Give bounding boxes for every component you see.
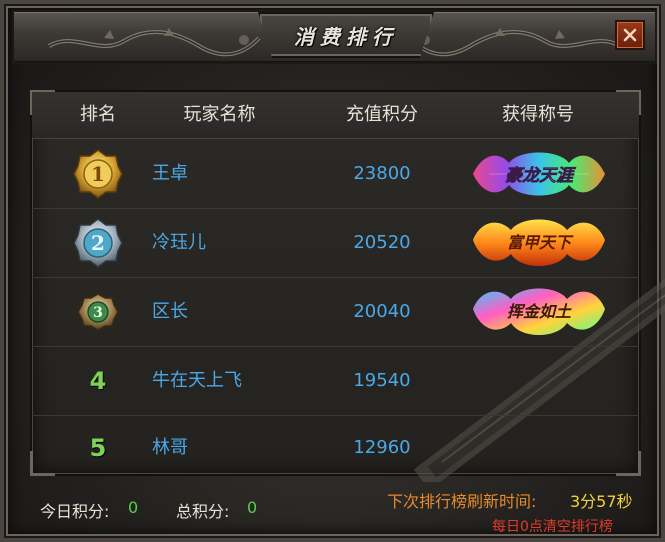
medal-number: 1 — [91, 162, 105, 186]
title-badge-rainbow-gold-icon: 挥金如土 — [473, 288, 605, 335]
title-plate: 消费排行 — [258, 12, 434, 58]
ranking-table: 排名 玩家名称 充值积分 获得称号 1 王卓 23800 豪龙天涯 2 冷珏儿 … — [30, 90, 665, 482]
medal-number: 3 — [93, 305, 103, 321]
header-score: 充值积分 — [346, 104, 418, 125]
silver-medal-icon: 2 — [73, 218, 123, 268]
refresh-time-label: 下次排行榜刷新时间: — [387, 492, 537, 511]
player-name: 牛在天上飞 — [152, 370, 242, 391]
header-title: 获得称号 — [502, 104, 574, 125]
title-badge-rainbow-icon: 豪龙天涯 — [473, 152, 605, 196]
player-name: 林哥 — [152, 437, 188, 458]
medal-number: 2 — [91, 231, 105, 255]
title-badge-cell: 富甲天下 — [464, 209, 614, 277]
header-name: 玩家名称 — [183, 104, 256, 125]
badge-text: 富甲天下 — [507, 233, 574, 252]
badge-text: 豪龙天涯 — [505, 166, 577, 186]
total-score-value: 0 — [247, 498, 258, 517]
table-header: 排名 玩家名称 充值积分 获得称号 — [32, 92, 639, 139]
title-badge-fire-icon: 富甲天下 — [473, 219, 605, 266]
badge-text: 挥金如土 — [507, 302, 572, 321]
title-badge-cell: 豪龙天涯 — [464, 140, 614, 208]
rank-number: 5 — [89, 434, 107, 462]
window-title: 消费排行 — [294, 24, 398, 49]
table-row[interactable]: 4 牛在天上飞 19540 — [32, 347, 639, 416]
dragon-ornament-icon — [408, 28, 622, 57]
ranking-window: 消费排行 排名 玩家名称 充值积分 获得称号 1 王卓 23800 豪龙天涯 2… — [0, 0, 665, 542]
player-name: 王卓 — [152, 163, 188, 184]
close-button[interactable] — [615, 20, 645, 50]
rank-cell: 1 — [58, 140, 138, 208]
title-badge-cell: 挥金如土 — [464, 278, 614, 346]
player-name: 区长 — [152, 301, 188, 322]
player-score: 12960 — [353, 437, 411, 458]
player-score: 20040 — [353, 301, 411, 322]
dragon-ornament-icon — [47, 28, 261, 57]
player-name: 冷珏儿 — [152, 232, 206, 253]
rank-cell: 4 — [58, 347, 138, 415]
table-row[interactable]: 3 区长 20040 挥金如土 — [32, 278, 639, 347]
player-score: 20520 — [353, 232, 411, 253]
total-score-label: 总积分: — [176, 502, 230, 521]
today-score-label: 今日积分: — [40, 502, 110, 521]
table-row[interactable]: 1 王卓 23800 豪龙天涯 — [32, 140, 639, 209]
table-row[interactable]: 2 冷珏儿 20520 富甲天下 — [32, 209, 639, 278]
player-score: 19540 — [353, 370, 411, 391]
rank-number: 4 — [89, 367, 107, 395]
rank-cell: 5 — [58, 414, 138, 482]
rank-cell: 3 — [58, 278, 138, 346]
today-score-value: 0 — [128, 498, 139, 517]
table-row[interactable]: 5 林哥 12960 — [32, 414, 639, 482]
refresh-time-value: 3分57秒 — [570, 492, 633, 511]
footer: 今日积分: 0 总积分: 0 下次排行榜刷新时间: 3分57秒 每日0点清空排行… — [0, 478, 665, 542]
bronze-medal-icon: 3 — [77, 293, 119, 331]
player-score: 23800 — [353, 163, 411, 184]
rank-cell: 2 — [58, 209, 138, 277]
title-bar: 消费排行 — [12, 10, 657, 64]
gold-medal-icon: 1 — [73, 149, 123, 199]
clear-notice: 每日0点清空排行榜 — [492, 519, 613, 535]
header-rank: 排名 — [80, 104, 116, 125]
close-icon — [623, 28, 637, 42]
